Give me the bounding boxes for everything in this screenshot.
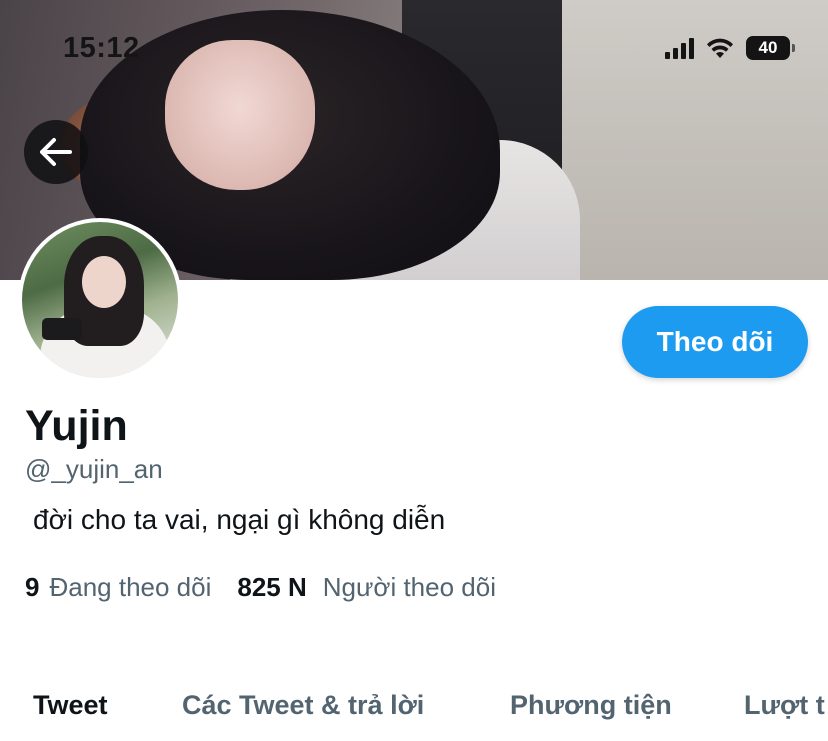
avatar[interactable] [18, 218, 182, 382]
tab-media[interactable]: Phương tiện [510, 690, 672, 721]
display-name: Yujin [25, 402, 128, 450]
following-count: 9 [25, 572, 40, 602]
followers-link[interactable]: 825 N Người theo dõi [237, 572, 496, 603]
followers-count: 825 N [237, 572, 307, 602]
tab-tweets[interactable]: Tweet [33, 690, 108, 721]
profile-tabs: Tweet Các Tweet & trả lời Phương tiện Lư… [0, 690, 828, 730]
arrow-left-icon [40, 138, 72, 166]
follow-button[interactable]: Theo dõi [622, 306, 808, 378]
camera-in-photo [42, 318, 82, 340]
status-time: 15:12 [63, 32, 140, 64]
battery-icon: 40 [746, 36, 795, 60]
following-link[interactable]: 9 Đang theo dõi [25, 572, 211, 603]
banner-face [165, 40, 315, 190]
handle: @_yujin_an [25, 454, 163, 484]
following-label: Đang theo dõi [49, 572, 212, 602]
signal-icon [665, 37, 694, 59]
tab-likes[interactable]: Lượt t [744, 690, 825, 721]
follow-stats: 9 Đang theo dõi 825 N Người theo dõi [25, 572, 496, 603]
tab-tweets-and-replies[interactable]: Các Tweet & trả lời [182, 690, 424, 721]
followers-label: Người theo dõi [322, 572, 496, 602]
wifi-icon [707, 38, 733, 58]
back-button[interactable] [24, 120, 88, 184]
bio: đời cho ta vai, ngại gì không diễn [33, 504, 446, 535]
avatar-photo [22, 222, 178, 378]
status-icons: 40 [665, 36, 795, 60]
